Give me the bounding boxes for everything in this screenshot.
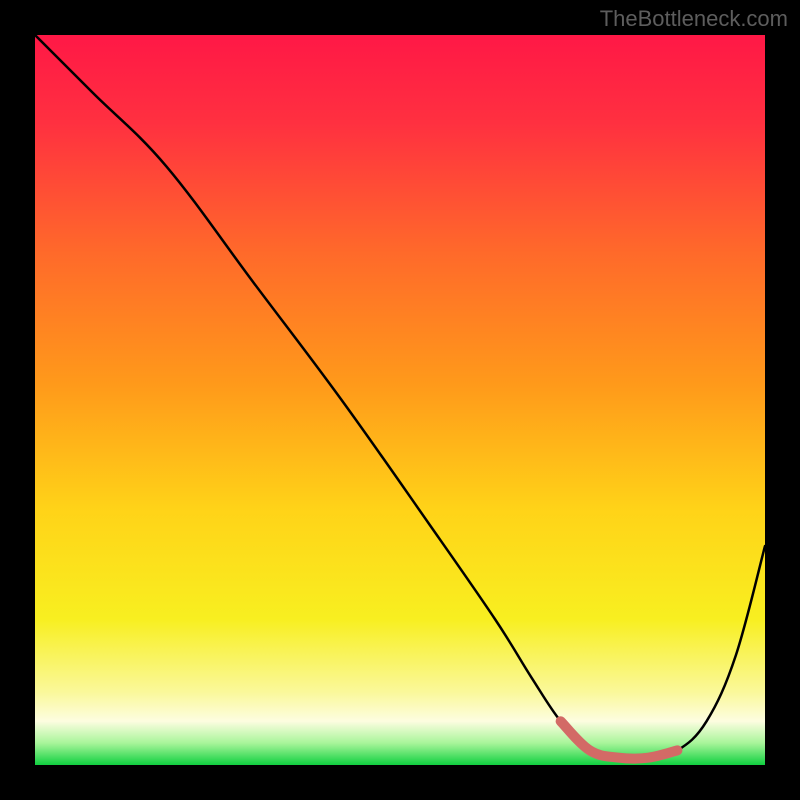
watermark-text: TheBottleneck.com (600, 6, 788, 32)
bottleneck-curve (35, 35, 765, 759)
curve-svg (35, 35, 765, 765)
optimal-zone-highlight (561, 721, 678, 758)
plot-area (35, 35, 765, 765)
chart-frame: TheBottleneck.com (0, 0, 800, 800)
